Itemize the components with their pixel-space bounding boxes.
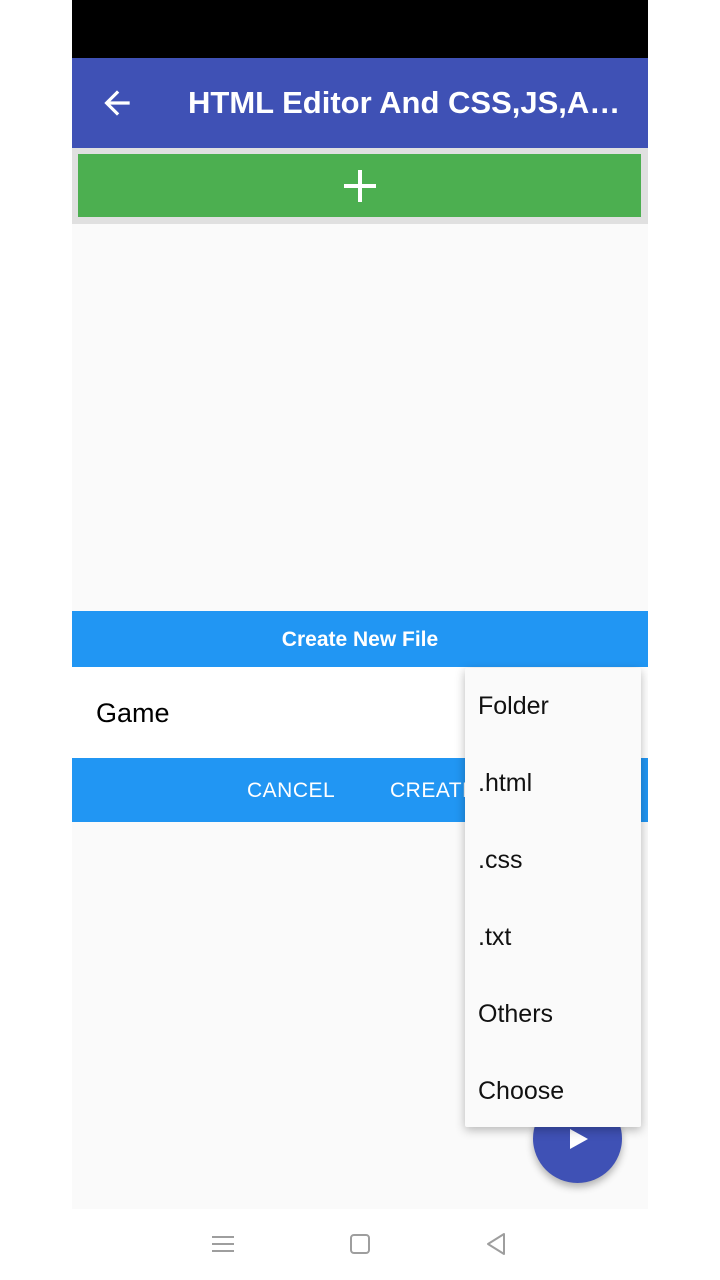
plus-icon <box>344 170 376 202</box>
menu-icon[interactable] <box>210 1231 236 1257</box>
add-file-button[interactable] <box>78 154 641 217</box>
system-nav-bar <box>0 1209 720 1280</box>
dropdown-option-css[interactable]: .css <box>465 822 641 899</box>
filename-input[interactable] <box>96 685 456 741</box>
back-triangle-icon[interactable] <box>484 1231 510 1257</box>
status-bar <box>72 0 648 58</box>
dropdown-option-choose[interactable]: Choose <box>465 1053 641 1130</box>
dropdown-option-folder[interactable]: Folder <box>465 668 641 745</box>
create-button[interactable]: CREATE <box>390 758 477 822</box>
app-bar: HTML Editor And CSS,JS,All Language <box>72 58 648 148</box>
app-screen: HTML Editor And CSS,JS,All Language Crea… <box>72 0 648 1280</box>
dropdown-option-html[interactable]: .html <box>465 745 641 822</box>
dialog-title: Create New File <box>72 611 648 667</box>
dropdown-option-others[interactable]: Others <box>465 976 641 1053</box>
app-title: HTML Editor And CSS,JS,All Language <box>188 85 628 120</box>
arrow-back-icon[interactable] <box>98 84 136 122</box>
cancel-button[interactable]: CANCEL <box>247 758 335 822</box>
add-file-strip <box>72 148 648 224</box>
dropdown-option-txt[interactable]: .txt <box>465 899 641 976</box>
play-icon <box>570 1129 588 1149</box>
file-type-dropdown: Folder .html .css .txt Others Choose <box>465 668 641 1127</box>
home-square-icon[interactable] <box>347 1231 373 1257</box>
